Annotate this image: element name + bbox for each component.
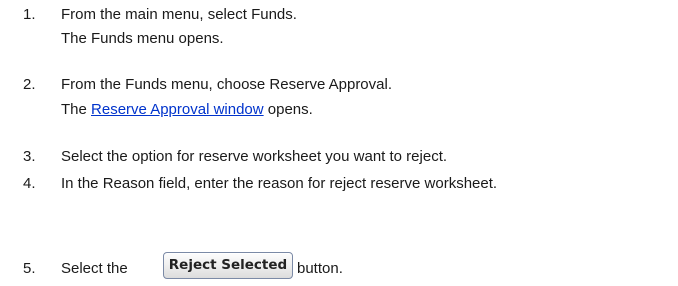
step-instruction-after: button.: [297, 260, 343, 277]
step-instruction-before: Select the: [61, 260, 128, 277]
step-number: 1.: [23, 6, 36, 23]
reserve-approval-window-link[interactable]: Reserve Approval window: [91, 101, 264, 118]
step-number: 3.: [23, 148, 36, 165]
step-instruction: In the Reason field, enter the reason fo…: [61, 175, 498, 192]
reject-selected-button[interactable]: Reject Selected: [163, 252, 293, 279]
step-number: 4.: [23, 175, 36, 192]
step-instruction: Select the option for reserve worksheet …: [61, 148, 448, 165]
step-1-result: The Funds menu opens.: [61, 30, 224, 47]
result-suffix: opens.: [263, 101, 313, 118]
step-instruction: From the Funds menu, choose Reserve Appr…: [61, 76, 392, 93]
step-number: 5.: [23, 260, 36, 277]
step-number: 2.: [23, 76, 36, 93]
result-prefix: The: [61, 101, 92, 118]
step-instruction: From the main menu, select Funds.: [61, 6, 297, 23]
step-2-result: The Reserve Approval window opens.: [61, 101, 313, 119]
